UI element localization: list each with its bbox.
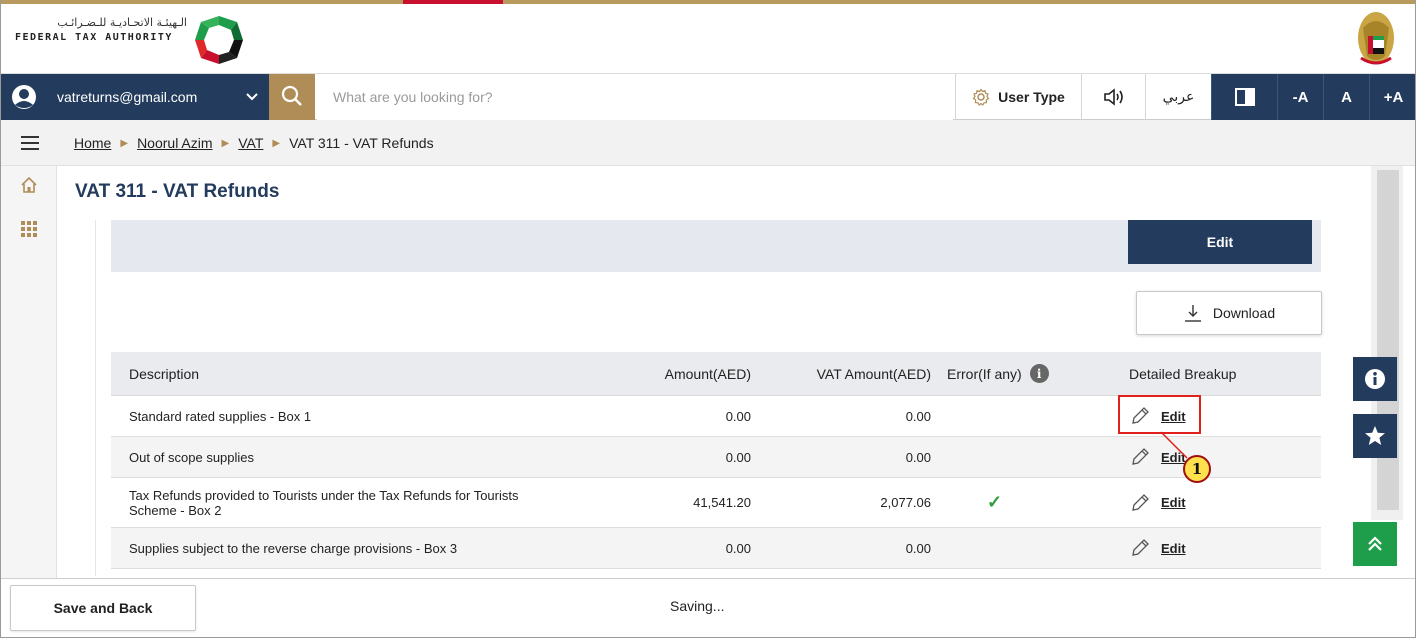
left-rail [1, 166, 57, 578]
annotation-highlight-box [1118, 395, 1201, 434]
header-breakup: Detailed Breakup [1129, 365, 1237, 382]
chevron-down-icon [246, 93, 258, 101]
logo-english-name: FEDERAL TAX AUTHORITY [15, 32, 173, 43]
scrollbar-thumb[interactable] [1377, 170, 1399, 510]
user-type-button[interactable]: User Type [955, 74, 1081, 120]
search-button[interactable] [269, 74, 315, 120]
row-description: Supplies subject to the reverse charge p… [129, 540, 458, 556]
row-edit-link[interactable]: Edit [1129, 492, 1186, 514]
header-error: Error(If any) i [947, 352, 1097, 395]
fta-logo-icon [195, 16, 243, 64]
row-breakup: Edit [1129, 528, 1289, 568]
app-window: الـهيئـة الاتحـاديـة للـضـرائـب FEDERAL … [0, 0, 1416, 638]
user-type-label: User Type [998, 89, 1065, 105]
row-amount: 41,541.20 [693, 495, 751, 510]
breadcrumb-separator-icon: ▶ [221, 137, 230, 149]
pencil-icon [1132, 493, 1149, 511]
footer-bar: Save and Back Saving... [1, 578, 1415, 637]
annotation-pointer [1160, 431, 1188, 459]
row-vat-amount: 0.00 [905, 408, 931, 424]
page-title: VAT 311 - VAT Refunds [75, 181, 280, 202]
save-and-back-button[interactable]: Save and Back [10, 585, 196, 631]
hamburger-menu-icon[interactable] [21, 136, 39, 150]
table-row: Out of scope supplies 0.00 0.00 Edit [111, 437, 1321, 478]
user-avatar-icon [12, 85, 36, 109]
row-error: ✓ [947, 478, 1097, 527]
user-menu[interactable]: vatreturns@gmail.com [1, 74, 269, 120]
uae-emblem-icon [1358, 12, 1394, 65]
gear-icon [972, 88, 990, 106]
table-header: Description Amount(AED) VAT Amount(AED) … [111, 352, 1321, 396]
language-toggle[interactable]: عربي [1145, 74, 1211, 120]
scroll-to-top-button[interactable] [1353, 522, 1397, 566]
row-edit-label: Edit [1161, 495, 1186, 510]
contrast-toggle[interactable] [1211, 74, 1277, 120]
pencil-icon [1132, 539, 1149, 556]
breadcrumb: Home ▶ Noorul Azim ▶ VAT ▶ VAT 311 - VAT… [74, 135, 434, 151]
header-amount: Amount(AED) [664, 365, 751, 382]
fta-logo-text[interactable]: الـهيئـة الاتحـاديـة للـضـرائـب FEDERAL … [15, 16, 195, 43]
breadcrumb-separator-icon: ▶ [272, 137, 281, 149]
row-description: Out of scope supplies [129, 449, 255, 465]
home-icon[interactable] [20, 176, 38, 194]
search-icon [281, 85, 302, 106]
site-header: الـهيئـة الاتحـاديـة للـضـرائـب FEDERAL … [1, 4, 1415, 74]
header-description: Description [129, 365, 200, 382]
breadcrumb-home[interactable]: Home [74, 135, 111, 151]
font-normal-button[interactable]: A [1323, 74, 1369, 120]
edit-button[interactable]: Edit [1128, 220, 1312, 264]
row-amount: 0.00 [725, 540, 751, 556]
row-vat-amount: 0.00 [905, 449, 931, 465]
breadcrumb-taxpayer[interactable]: Noorul Azim [137, 135, 212, 151]
download-icon [1184, 305, 1201, 322]
favorite-float-button[interactable] [1353, 414, 1397, 458]
user-email: vatreturns@gmail.com [57, 89, 198, 105]
text-to-speech-button[interactable] [1081, 74, 1145, 120]
speaker-icon [1103, 88, 1123, 106]
double-chevron-up-icon [1368, 536, 1382, 551]
breadcrumb-vat[interactable]: VAT [238, 135, 263, 151]
row-amount: 0.00 [725, 408, 751, 424]
table-row: Tax Refunds provided to Tourists under t… [111, 478, 1321, 528]
saving-status: Saving... [670, 598, 725, 614]
info-float-button[interactable] [1353, 357, 1397, 401]
logo-arabic-name: الـهيئـة الاتحـاديـة للـضـرائـب [57, 16, 187, 29]
row-breakup: Edit [1129, 478, 1289, 527]
font-decrease-button[interactable]: -A [1277, 74, 1323, 120]
row-vat-amount: 0.00 [905, 540, 931, 556]
download-button[interactable]: Download [1136, 291, 1322, 335]
header-vat-amount: VAT Amount(AED) [816, 365, 931, 382]
breadcrumb-bar: Home ▶ Noorul Azim ▶ VAT ▶ VAT 311 - VAT… [1, 120, 1415, 166]
row-edit-link[interactable]: Edit [1129, 537, 1186, 559]
apps-grid-icon[interactable] [20, 220, 38, 238]
checkmark-icon: ✓ [987, 492, 1003, 512]
download-label: Download [1212, 305, 1276, 321]
pencil-icon [1132, 448, 1149, 465]
star-icon [1365, 426, 1385, 445]
row-vat-amount: 2,077.06 [880, 495, 931, 510]
table-row: Supplies subject to the reverse charge p… [111, 528, 1321, 569]
top-navbar: vatreturns@gmail.com User Type [1, 74, 1415, 120]
info-icon [1365, 369, 1385, 389]
row-amount: 0.00 [725, 449, 751, 465]
info-icon[interactable]: i [1029, 364, 1049, 383]
annotation-step-badge: 1 [1183, 455, 1211, 483]
font-increase-button[interactable]: +A [1369, 74, 1415, 120]
vat-refunds-table: Description Amount(AED) VAT Amount(AED) … [111, 352, 1321, 569]
breadcrumb-separator-icon: ▶ [120, 137, 129, 149]
row-edit-label: Edit [1161, 540, 1186, 556]
breadcrumb-current: VAT 311 - VAT Refunds [289, 135, 434, 151]
row-description: Tax Refunds provided to Tourists under t… [129, 487, 519, 518]
contrast-icon [1234, 88, 1255, 106]
search-input[interactable] [317, 74, 953, 120]
header-error-label: Error(If any) [947, 365, 1022, 382]
row-description: Standard rated supplies - Box 1 [129, 408, 312, 424]
